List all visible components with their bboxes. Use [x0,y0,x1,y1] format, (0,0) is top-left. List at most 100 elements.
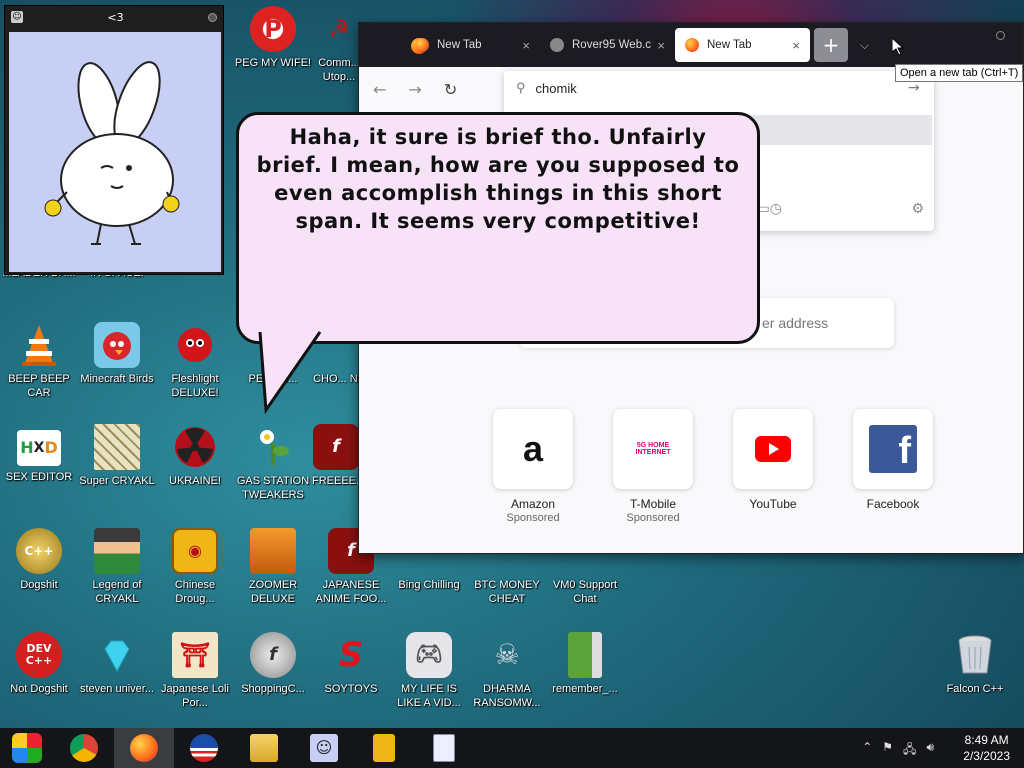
action-center-flag-icon[interactable]: ⚑ [882,740,893,761]
taskbar-document[interactable] [414,728,474,768]
desktop-icon-super-cryakl[interactable]: Super CRYAKL [78,424,156,488]
flower-plant-icon [250,424,296,470]
url-input-value[interactable]: chomik [536,81,577,96]
list-all-tabs-chevron-icon[interactable]: ⌵ [860,38,869,53]
desktop-icon-fleshlight-deluxe[interactable]: Fleshlight DELUXE! [156,322,234,400]
back-arrow-icon[interactable]: ← [373,80,386,99]
desktop-icon-peg[interactable]: P PEG MY WIFE! [234,6,312,70]
tmobile-logo-icon: 5G HOME INTERNET [613,409,693,489]
desktop-icon-minecraft-birds[interactable]: Minecraft Birds [78,322,156,386]
desktop-icon-remember[interactable]: remember_... [546,632,624,696]
desktop-icon-freeee[interactable]: f FREEEE... [312,424,360,488]
desktop-icon-my-life-is-like-a-vid[interactable]: 🎮︎ MY LIFE IS LIKE A VID... [390,632,468,710]
taskbar-chrome[interactable] [54,728,114,768]
desktop-icon-falcon-cpp[interactable]: Falcon C++ [936,632,1014,696]
desktop-icon-soytoys[interactable]: S SOYTOYS [312,632,390,696]
desktop-icon-sex-editor[interactable]: HXD SEX EDITOR [0,424,78,484]
new-tab-button[interactable]: + [814,28,848,62]
mahjong-tile-icon: ◉ [172,528,218,574]
red-s-icon: S [338,635,364,675]
window-dot-button[interactable] [208,12,217,22]
facebook-logo-icon: f [853,409,933,489]
p-logo-icon: P [250,6,296,52]
desktop-icon-zoomer-deluxe[interactable]: ZOOMER DELUXE [234,528,312,606]
firefox-icon [685,38,699,52]
history-clock-icon[interactable]: ◷ [770,201,782,217]
reload-icon[interactable]: ↻ [444,80,457,99]
desktop-icon-beep-beep-car[interactable]: BEEP BEEP CAR [0,322,78,400]
traffic-cone-icon [16,322,62,368]
desktop-icon-not-dogshit[interactable]: DEV C++ Not Dogshit [0,632,78,696]
tab-close-icon[interactable]: × [657,38,665,53]
show-hidden-icons-chevron-icon[interactable]: ⌃ [862,740,872,761]
desktop-icon-legend-of-cryakl[interactable]: Legend of CRYAKL [78,528,156,606]
rover-icon [550,38,564,52]
search-icon: ⚲ [516,80,526,95]
firefox-icon [130,734,158,762]
clock-time: 8:49 AM [964,733,1009,747]
new-tab-tooltip: Open a new tab (Ctrl+T) [895,64,1024,82]
top-site-tmobile[interactable]: 5G HOME INTERNET T-Mobile Sponsored [612,409,694,524]
taskbar-obama[interactable] [174,728,234,768]
desktop-icon-btc-money-cheat[interactable]: BTC MONEY CHEAT [468,578,546,606]
tab-label: Rover95 Web.c [572,39,652,51]
tab-new-tab-active[interactable]: New Tab × [675,28,810,62]
desktop-icon-shoppingc[interactable]: f ShoppingC... [234,632,312,696]
tab-close-icon[interactable]: × [522,38,530,53]
diamond-icon [94,632,140,678]
taskbar-firefox[interactable] [114,728,174,768]
desktop-icon-dharma-ransomw[interactable]: ☠ DHARMA RANSOMW... [468,632,546,710]
desktop-icon-bing-chilling[interactable]: Bing Chilling [390,578,468,592]
clock-date: 2/3/2023 [963,749,1010,763]
speech-bubble-text: Haha, it sure is brief tho. Unfairly bri… [256,125,740,233]
pixel-character-icon [94,424,140,470]
taskbar-explorer[interactable] [234,728,294,768]
pixel-hero-icon [94,528,140,574]
speech-bubble-tail [258,330,322,414]
tab-new-tab-1[interactable]: New Tab × [405,28,540,62]
desktop-icon-ukraine[interactable]: UKRAINE! [156,424,234,488]
torii-gate-icon: ⛩ [172,632,218,678]
desktop-icon-steven-univer[interactable]: steven univer... [78,632,156,696]
bunny-mini-icon: ☺ [11,11,23,23]
tab-rover95[interactable]: Rover95 Web.c × [540,28,675,62]
tab-close-icon[interactable]: × [792,38,800,53]
bunny-canvas [9,32,221,272]
green-book-icon [568,632,602,678]
tab-label: New Tab [707,39,752,51]
folder-icon [250,734,278,762]
dev-cpp-icon: DEV C++ [16,632,62,678]
bunny-character-icon [44,61,180,245]
gear-icon[interactable]: ⚙ [911,201,924,217]
top-site-facebook[interactable]: f Facebook [852,409,934,511]
tab-label: New Tab [437,39,482,51]
desktop-icon-dogshit[interactable]: C++ Dogshit [0,528,78,592]
orange-block-icon [250,528,296,574]
url-input-row[interactable]: ⚲ chomik [504,71,934,105]
desktop-icon-communist-utopia[interactable]: ☭ Comm... Utop... [316,6,362,84]
desktop-icon-vm0-support-chat[interactable]: VM0 Support Chat [546,578,624,606]
start-button[interactable] [0,728,54,768]
taskbar-clock[interactable]: 8:49 AM 2/3/2023 [963,732,1010,764]
speech-bubble: Haha, it sure is brief tho. Unfairly bri… [236,112,760,344]
top-site-amazon[interactable]: a Amazon Sponsored [492,409,574,524]
window-dot-button[interactable] [996,31,1005,40]
forward-arrow-icon[interactable]: → [408,80,421,99]
flash-player-icon: f [250,632,296,678]
go-arrow-icon[interactable]: → [908,80,920,96]
bunny-title: <3 [107,10,124,24]
angry-bird-icon [94,322,140,368]
desktop-icon-gas-station-tweakers[interactable]: GAS STATION TWEAKERS [234,424,312,502]
top-site-youtube[interactable]: YouTube [732,409,814,511]
bunny-widget-window[interactable]: ☺ <3 [4,5,224,275]
taskbar-bunny[interactable]: ☺ [294,728,354,768]
volume-icon[interactable]: 🔊︎ [926,740,934,761]
taskbar-mahjong[interactable] [354,728,414,768]
network-icon[interactable]: 🖧︎ [903,740,916,761]
document-icon [433,734,455,762]
desktop-icon-japanese-loli-por[interactable]: ⛩ Japanese Loli Por... [156,632,234,710]
desktop-icon-chinese-droug[interactable]: ◉ Chinese Droug... [156,528,234,606]
firefox-icon [415,38,429,52]
bunny-titlebar[interactable]: ☺ <3 [5,6,223,28]
system-tray: ⌃ ⚑ 🖧︎ 🔊︎ [862,740,934,761]
